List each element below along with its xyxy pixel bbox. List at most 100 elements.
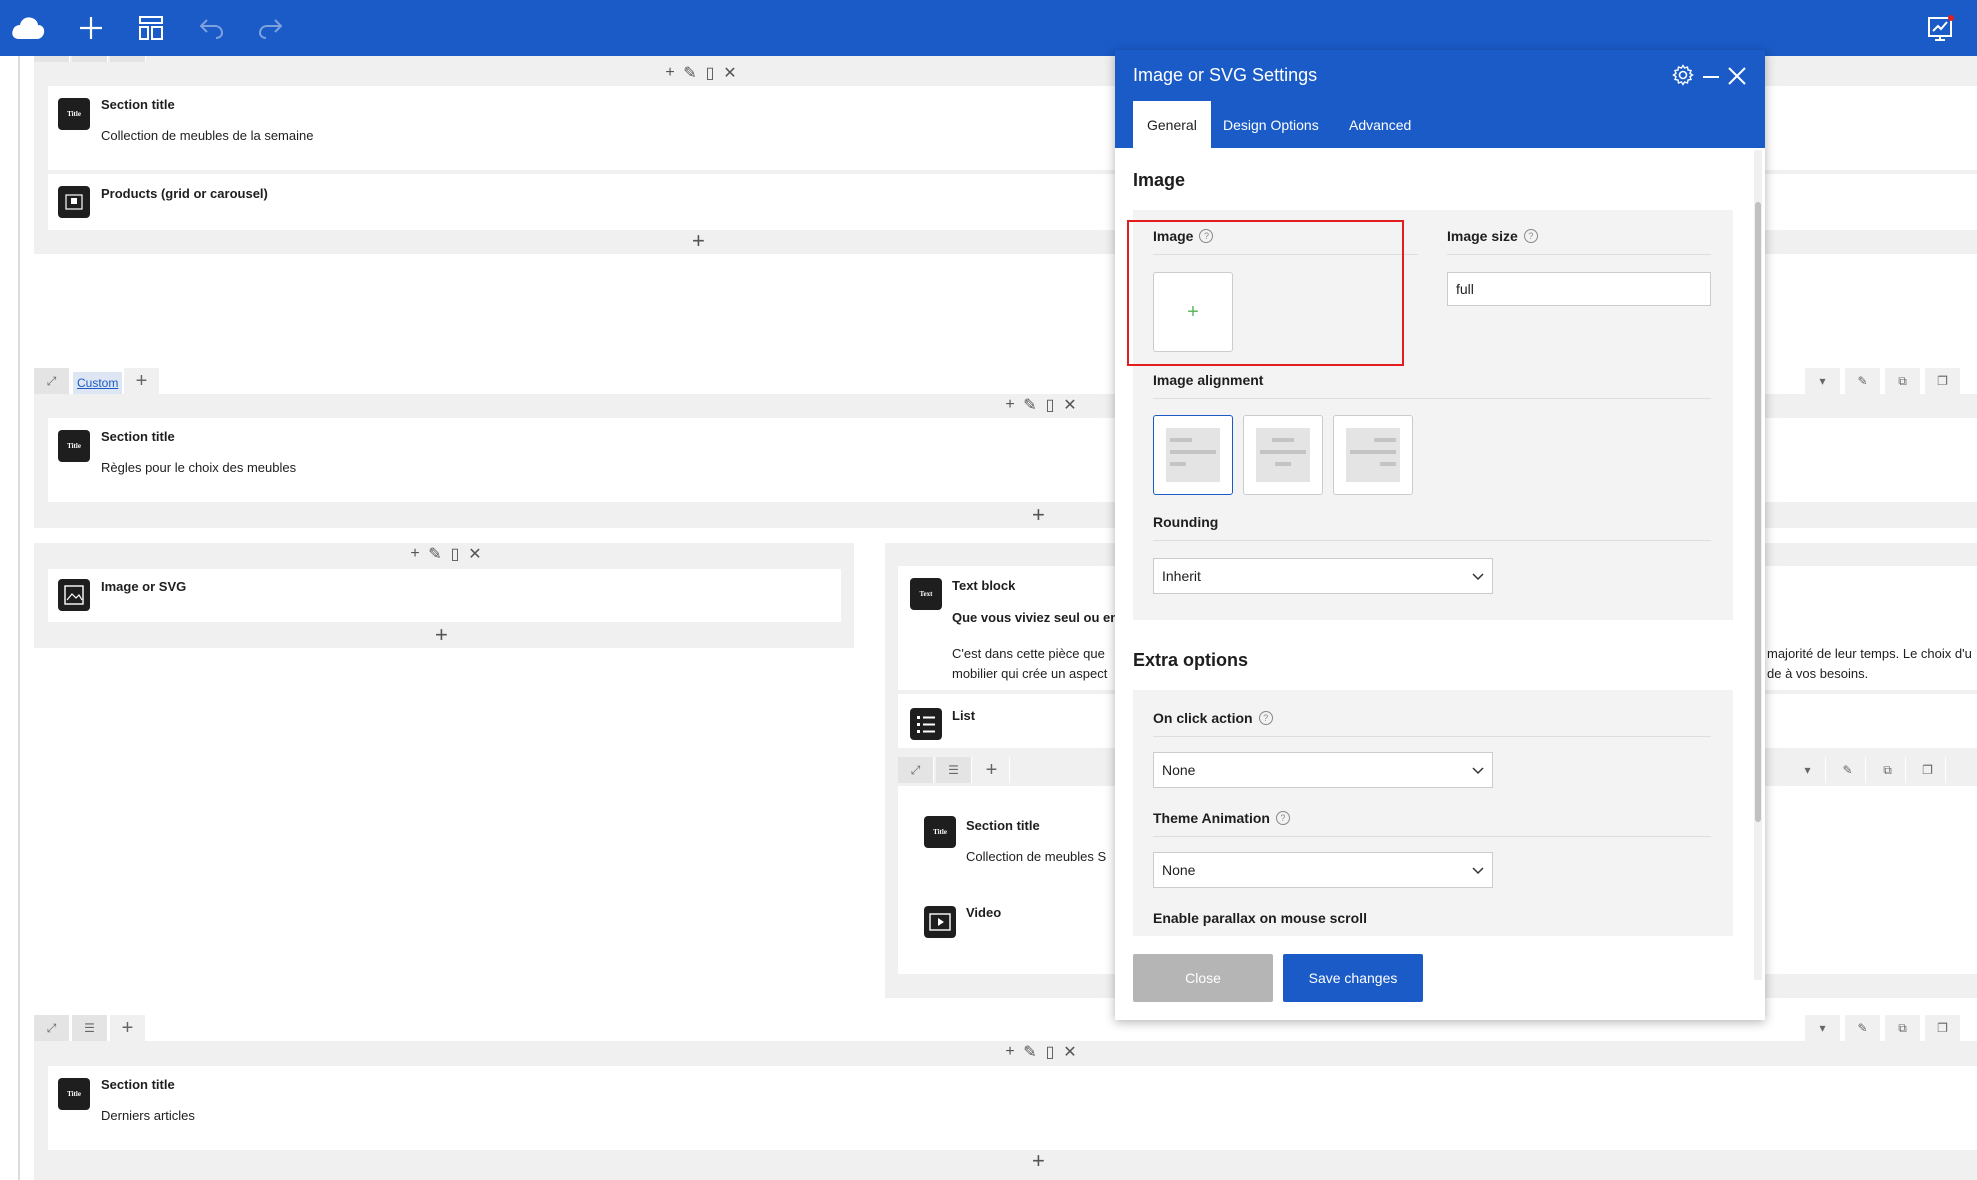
tab-advanced[interactable]: Advanced (1335, 101, 1425, 148)
row-1-tab[interactable] (34, 56, 70, 62)
row-expand-icon[interactable]: ⤢ (34, 368, 70, 394)
column-controls: + ✎ ▯ ✕ (1002, 1043, 1078, 1061)
tab-design-options[interactable]: Design Options (1209, 101, 1333, 148)
copy-icon[interactable]: ▯ (702, 65, 718, 82)
close-button[interactable]: Close (1133, 954, 1273, 1002)
image-element-icon (58, 579, 90, 611)
add-element-icon[interactable]: + (1032, 504, 1045, 526)
chevron-down-icon (1472, 762, 1484, 778)
analytics-icon[interactable] (1922, 10, 1958, 46)
row-copy-icon[interactable]: ❐ (1925, 1015, 1961, 1041)
image-section-heading: Image (1133, 170, 1186, 190)
add-element-icon[interactable]: + (692, 230, 705, 252)
help-icon[interactable]: ? (1258, 711, 1273, 725)
row-clone-icon[interactable]: ⧉ (1885, 368, 1921, 394)
element-title[interactable]: Section title (966, 818, 1040, 833)
inner-row-expand-icon[interactable]: ⤢ (898, 757, 934, 783)
element-subtitle: Règles pour le choix des meubles (101, 460, 297, 475)
edit-icon[interactable]: ✎ (1022, 1044, 1038, 1061)
add-icon[interactable]: + (1002, 396, 1018, 413)
column-controls: + ✎ ▯ ✕ (407, 545, 483, 563)
image-alignment-label: Image alignment (1153, 372, 1264, 388)
scroll-thumb[interactable] (1755, 202, 1761, 822)
modal-scrollbar[interactable] (1754, 150, 1762, 980)
delete-icon[interactable]: ✕ (722, 65, 738, 82)
row-add-column-icon[interactable]: + (124, 368, 160, 394)
inner-row-dropdown-icon[interactable]: ▾ (1790, 757, 1826, 783)
add-icon[interactable]: + (407, 545, 423, 562)
chevron-down-icon (1472, 862, 1484, 878)
align-right-option[interactable] (1333, 415, 1413, 495)
copy-icon[interactable]: ▯ (1042, 397, 1058, 414)
copy-icon[interactable]: ▯ (1042, 1044, 1058, 1061)
list-element-icon (910, 708, 942, 740)
edit-icon[interactable]: ✎ (682, 65, 698, 82)
row-clone-icon[interactable]: ⧉ (1885, 1015, 1921, 1041)
edit-icon[interactable]: ✎ (427, 546, 443, 563)
save-changes-button[interactable]: Save changes (1283, 954, 1423, 1002)
inner-row-clone-icon[interactable]: ⧉ (1870, 757, 1906, 783)
plus-icon[interactable] (73, 10, 109, 46)
title-element-icon: Title (58, 1078, 90, 1110)
align-center-option[interactable] (1243, 415, 1323, 495)
title-element-icon: Title (58, 430, 90, 462)
divider (1153, 540, 1711, 541)
text-block-paragraph: C'est dans cette pièce que (952, 646, 1105, 661)
rounding-select[interactable]: Inherit (1153, 558, 1493, 594)
add-icon[interactable]: + (1002, 1043, 1018, 1060)
chevron-down-icon (1472, 568, 1484, 584)
canvas-left-edge (18, 56, 20, 1180)
redo-icon[interactable] (253, 10, 289, 46)
row-edit-icon[interactable]: ✎ (1845, 1015, 1881, 1041)
row-expand-icon[interactable]: ⤢ (34, 1015, 70, 1041)
row-1-tab[interactable] (72, 56, 108, 62)
highlight-box (1127, 220, 1404, 366)
tab-general[interactable]: General (1133, 101, 1211, 148)
element-title: Section title (101, 429, 175, 444)
row-dropdown-icon[interactable]: ▾ (1805, 368, 1841, 394)
delete-icon[interactable]: ✕ (467, 546, 483, 563)
help-icon[interactable]: ? (1275, 811, 1290, 825)
image-size-input[interactable]: full (1447, 272, 1711, 306)
close-icon[interactable] (1727, 66, 1747, 86)
add-element-icon[interactable]: + (435, 624, 448, 646)
align-left-option[interactable] (1153, 415, 1233, 495)
copy-icon[interactable]: ▯ (447, 546, 463, 563)
row-edit-icon[interactable]: ✎ (1845, 368, 1881, 394)
delete-icon[interactable]: ✕ (1062, 397, 1078, 414)
inner-row-add-icon[interactable]: + (974, 757, 1010, 783)
add-element-icon[interactable]: + (1032, 1150, 1045, 1172)
on-click-action-select[interactable]: None (1153, 752, 1493, 788)
delete-icon[interactable]: ✕ (1062, 1044, 1078, 1061)
row-copy-icon[interactable]: ❐ (1925, 368, 1961, 394)
text-block-paragraph: mobilier qui crée un aspect (952, 666, 1108, 681)
text-block-heading: Que vous viviez seul ou en (952, 610, 1119, 625)
minimize-icon[interactable] (1703, 76, 1719, 78)
row-add-column-icon[interactable]: + (110, 1015, 146, 1041)
inner-row-edit-icon[interactable]: ✎ (1830, 757, 1866, 783)
element-title[interactable]: Video (966, 905, 1001, 920)
layout-icon[interactable] (133, 10, 169, 46)
theme-animation-select[interactable]: None (1153, 852, 1493, 888)
undo-icon[interactable] (193, 10, 229, 46)
theme-animation-label: Theme Animation? (1153, 810, 1290, 826)
edit-icon[interactable]: ✎ (1022, 397, 1038, 414)
gear-icon[interactable] (1672, 64, 1694, 86)
products-element-icon (58, 186, 90, 218)
row-custom-layout-link[interactable]: Custom (73, 372, 123, 394)
help-icon[interactable]: ? (1523, 229, 1538, 243)
divider (1153, 736, 1711, 737)
row-layout-icon[interactable]: ☰ (72, 1015, 108, 1041)
element-subtitle: Derniers articles (101, 1108, 195, 1123)
row-1-tab[interactable] (110, 56, 146, 62)
element-title: Section title (101, 1077, 175, 1092)
element-image-or-svg[interactable]: Image or SVG (48, 569, 841, 622)
element-section-title[interactable]: Title Section title Derniers articles (48, 1066, 1977, 1150)
add-icon[interactable]: + (662, 64, 678, 81)
cloud-logo-icon[interactable] (10, 10, 46, 46)
inner-row-layout-icon[interactable]: ☰ (936, 757, 972, 783)
element-subtitle: Collection de meubles S (966, 849, 1107, 864)
element-title: List (952, 708, 976, 723)
inner-row-copy-icon[interactable]: ❐ (1910, 757, 1946, 783)
row-dropdown-icon[interactable]: ▾ (1805, 1015, 1841, 1041)
